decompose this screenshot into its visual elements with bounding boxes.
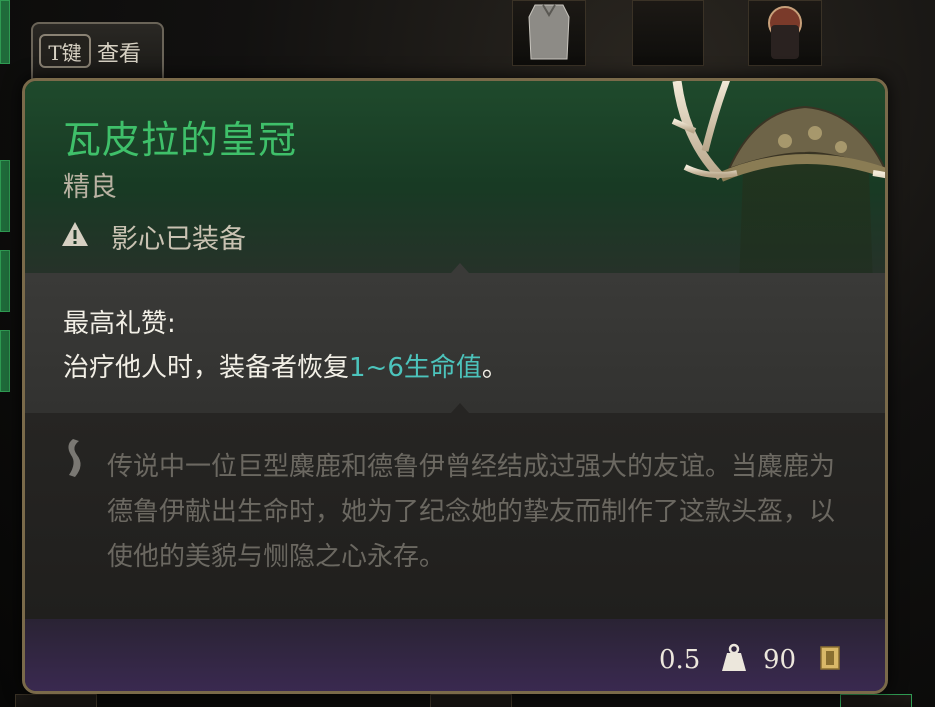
ability-section: 最高礼赞: 治疗他人时，装备者恢复1~6生命值。 <box>25 273 885 413</box>
inventory-slot[interactable] <box>840 694 912 707</box>
inventory-slot-armor[interactable] <box>512 0 586 66</box>
inventory-slot-edge[interactable] <box>0 330 10 392</box>
lore-text: 传说中一位巨型麋鹿和德鲁伊曾经结成过强大的友谊。当麋鹿为德鲁伊献出生命时，她为了… <box>107 452 836 572</box>
section-divider-notch <box>451 263 469 273</box>
ability-desc-text: 治疗他人时，装备者恢复 <box>63 353 350 383</box>
inventory-slot[interactable] <box>430 694 512 707</box>
view-hint-label: 查看 <box>97 42 142 67</box>
item-tooltip: 瓦皮拉的皇冠 精良 影心已装备 最高礼赞: 治疗他人时，装备者恢复1~6生命值。 <box>22 78 888 694</box>
ability-title: 最高礼赞: <box>63 309 176 339</box>
lore-quote-icon <box>68 439 81 477</box>
item-weight: 0.5 <box>659 645 701 675</box>
ability-desc-end: 。 <box>481 353 508 383</box>
game-scene: T键 查看 瓦皮拉的皇冠 精良 影心已装备 最高礼赞: 治疗他人时，装备者恢复1… <box>0 0 935 707</box>
gold-coin-icon <box>820 646 840 670</box>
inventory-slot-edge[interactable] <box>0 250 10 312</box>
keybind-t: T键 <box>39 34 91 68</box>
ability-description: 治疗他人时，装备者恢复1~6生命值。 <box>63 347 508 384</box>
item-name: 瓦皮拉的皇冠 <box>63 118 298 162</box>
chest-armor-icon <box>528 4 570 60</box>
inventory-slot-edge[interactable] <box>0 0 10 64</box>
inventory-slot[interactable] <box>632 0 704 66</box>
lore-section: 传说中一位巨型麋鹿和德鲁伊曾经结成过强大的友谊。当麋鹿为德鲁伊献出生命时，她为了… <box>25 413 885 619</box>
equipped-by-text: 影心已装备 <box>111 224 246 255</box>
inventory-slot[interactable] <box>15 694 97 707</box>
section-divider-notch <box>451 403 469 413</box>
ability-heal-amount: 1~6生命值 <box>349 353 482 383</box>
weight-icon <box>722 643 746 671</box>
inventory-slot-edge[interactable] <box>0 160 10 232</box>
inventory-slot-helmet[interactable] <box>748 0 822 66</box>
item-price: 90 <box>763 645 797 675</box>
tooltip-header: 瓦皮拉的皇冠 精良 影心已装备 <box>25 81 885 341</box>
view-hint-tab[interactable]: T键 查看 <box>31 22 164 80</box>
helmet-icon <box>768 6 802 59</box>
warning-icon <box>62 222 88 246</box>
item-rarity: 精良 <box>63 172 117 203</box>
tooltip-footer: 0.5 90 <box>25 619 885 691</box>
